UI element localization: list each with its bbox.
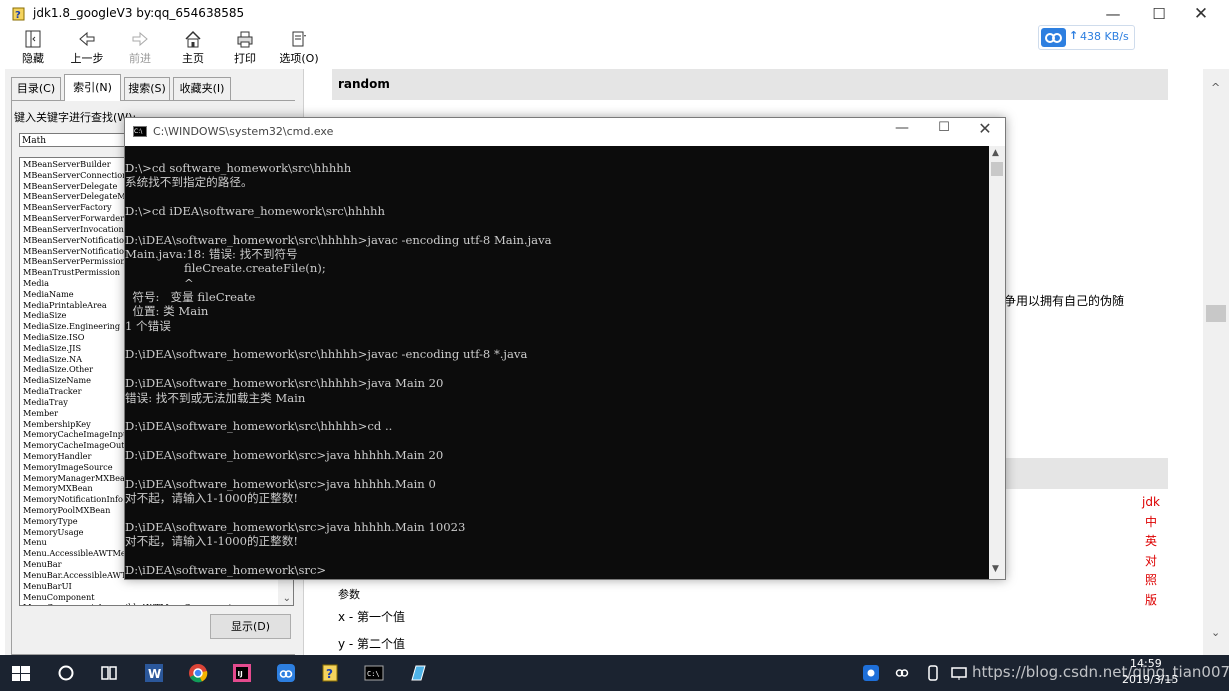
jdk-version-label: jdk 中 英 对 照 版 [1142,493,1160,610]
chrome-icon[interactable] [187,662,209,684]
window-title: jdk1.8_googleV3 by:qq_654638585 [33,6,245,20]
index-list-item[interactable]: MenuBarUI [23,581,232,592]
help-viewer-task-icon[interactable]: ? [319,662,341,684]
cmd-minimize-button[interactable]: — [888,120,916,136]
help-file-icon: ? [12,7,25,21]
close-button[interactable]: ✕ [1181,2,1221,26]
console-area[interactable]: D:\>cd software_homework\src\hhhhh 系统找不到… [125,146,989,579]
hide-icon [25,30,41,48]
scroll-down-arrow-icon[interactable]: ⌄ [1211,626,1220,639]
svg-text:?: ? [15,10,21,21]
tray-app-icon[interactable] [862,664,880,682]
notepad-icon[interactable] [407,662,429,684]
word-icon[interactable]: W [143,662,165,684]
cmd-titlebar[interactable]: C:\ C:\WINDOWS\system32\cmd.exe — ☐ ✕ [125,118,1005,146]
svg-text:W: W [148,667,161,681]
tray-netdisk-icon[interactable] [893,664,911,682]
windows-start-icon[interactable] [10,663,32,685]
baidu-netdisk-icon[interactable] [275,662,297,684]
help-titlebar[interactable]: ? jdk1.8_googleV3 by:qq_654638585 — ☐ ✕ [0,0,1229,27]
minimize-button[interactable]: — [1093,2,1133,26]
forward-button[interactable]: 前进 [124,29,156,67]
forward-icon [132,31,148,47]
cmd-window[interactable]: C:\ C:\WINDOWS\system32\cmd.exe — ☐ ✕ D:… [124,117,1006,580]
svg-text:IJ: IJ [238,670,243,678]
params-heading: 参数 [338,588,360,601]
tray-usb-icon[interactable] [924,664,942,682]
scroll-down-arrow-icon[interactable]: ▼ [992,564,999,574]
tab-favorites[interactable]: 收藏夹(I) [173,77,231,100]
print-icon [237,31,253,48]
content-scrollbar[interactable]: ^ ⌄ [1203,69,1229,655]
index-list-item[interactable]: MenuComponent [23,592,232,603]
back-icon [79,31,95,47]
clock-time[interactable]: 14:59 [1130,657,1162,670]
back-button[interactable]: 上一步 [68,29,106,67]
keyword-label: 键入关键字进行查找(W): [14,111,137,124]
clock-date[interactable]: 2019/3/15 [1122,673,1178,686]
options-icon [292,31,306,47]
taskbar: W IJ ? C:\ https://blog.csdn.net/qing_ti… [0,655,1229,691]
forward-label: 前进 [129,52,151,65]
param-x-text: x - 第一个值 [338,610,406,624]
cmd-window-title: C:\WINDOWS\system32\cmd.exe [153,125,334,138]
cmd-task-icon[interactable]: C:\ [363,662,385,684]
print-button[interactable]: 打印 [229,29,261,67]
home-label: 主页 [182,52,204,65]
tab-index[interactable]: 索引(N) [64,74,121,101]
jdk-label-char: 版 [1144,592,1157,607]
console-scroll-thumb[interactable] [991,162,1003,176]
scroll-up-arrow-icon[interactable]: ^ [1211,81,1220,94]
svg-text:?: ? [326,667,333,681]
svg-text:C:\: C:\ [367,670,380,678]
tab-search[interactable]: 搜索(S) [124,77,170,100]
tray-network-icon[interactable] [950,664,968,682]
scroll-up-arrow-icon[interactable]: ▲ [992,148,999,158]
jdk-label-char: jdk [1142,495,1160,509]
cmd-close-button[interactable]: ✕ [971,119,999,138]
maximize-button[interactable]: ☐ [1139,2,1179,26]
display-button[interactable]: 显示(D) [210,614,291,639]
options-button[interactable]: 选项(O) [277,29,321,67]
search-circle-icon[interactable] [55,662,77,684]
jdk-label-char: 照 [1144,573,1157,587]
param-y-text: y - 第二个值 [338,637,406,651]
topic-title: random [332,69,1168,100]
hide-button[interactable]: 隐藏 [17,29,49,67]
console-scrollbar[interactable]: ▲ ▼ [989,146,1005,579]
content-scroll-thumb[interactable] [1206,305,1226,322]
cloud-icon [1041,28,1066,47]
cmd-icon: C:\ [133,126,147,137]
jdk-label-char: 英 [1144,534,1157,548]
network-speed-widget[interactable]: ↑ 438 KB/s [1038,25,1135,50]
cmd-maximize-button[interactable]: ☐ [930,120,958,135]
task-view-icon[interactable] [98,662,120,684]
index-list-item[interactable]: MenuComponent.AccessibleAWTMenuComponent [23,602,232,605]
jdk-label-char: 中 [1144,514,1157,529]
blog-watermark: https://blog.csdn.net/qing_tian0070 [972,663,1229,681]
intellij-idea-icon[interactable]: IJ [231,662,253,684]
options-label: 选项(O) [279,52,319,65]
hide-label: 隐藏 [22,52,44,65]
home-icon [185,30,201,48]
upload-arrow-icon: ↑ [1069,29,1079,42]
print-label: 打印 [234,52,256,65]
back-label: 上一步 [70,52,104,65]
upload-speed: 438 KB/s [1080,30,1129,43]
tab-contents[interactable]: 目录(C) [11,77,61,100]
console-output: D:\>cd software_homework\src\hhhhh 系统找不到… [125,161,552,577]
home-button[interactable]: 主页 [177,29,209,67]
jdk-label-char: 对 [1144,553,1157,568]
scroll-down-arrow-icon[interactable]: ⌄ [283,593,291,604]
